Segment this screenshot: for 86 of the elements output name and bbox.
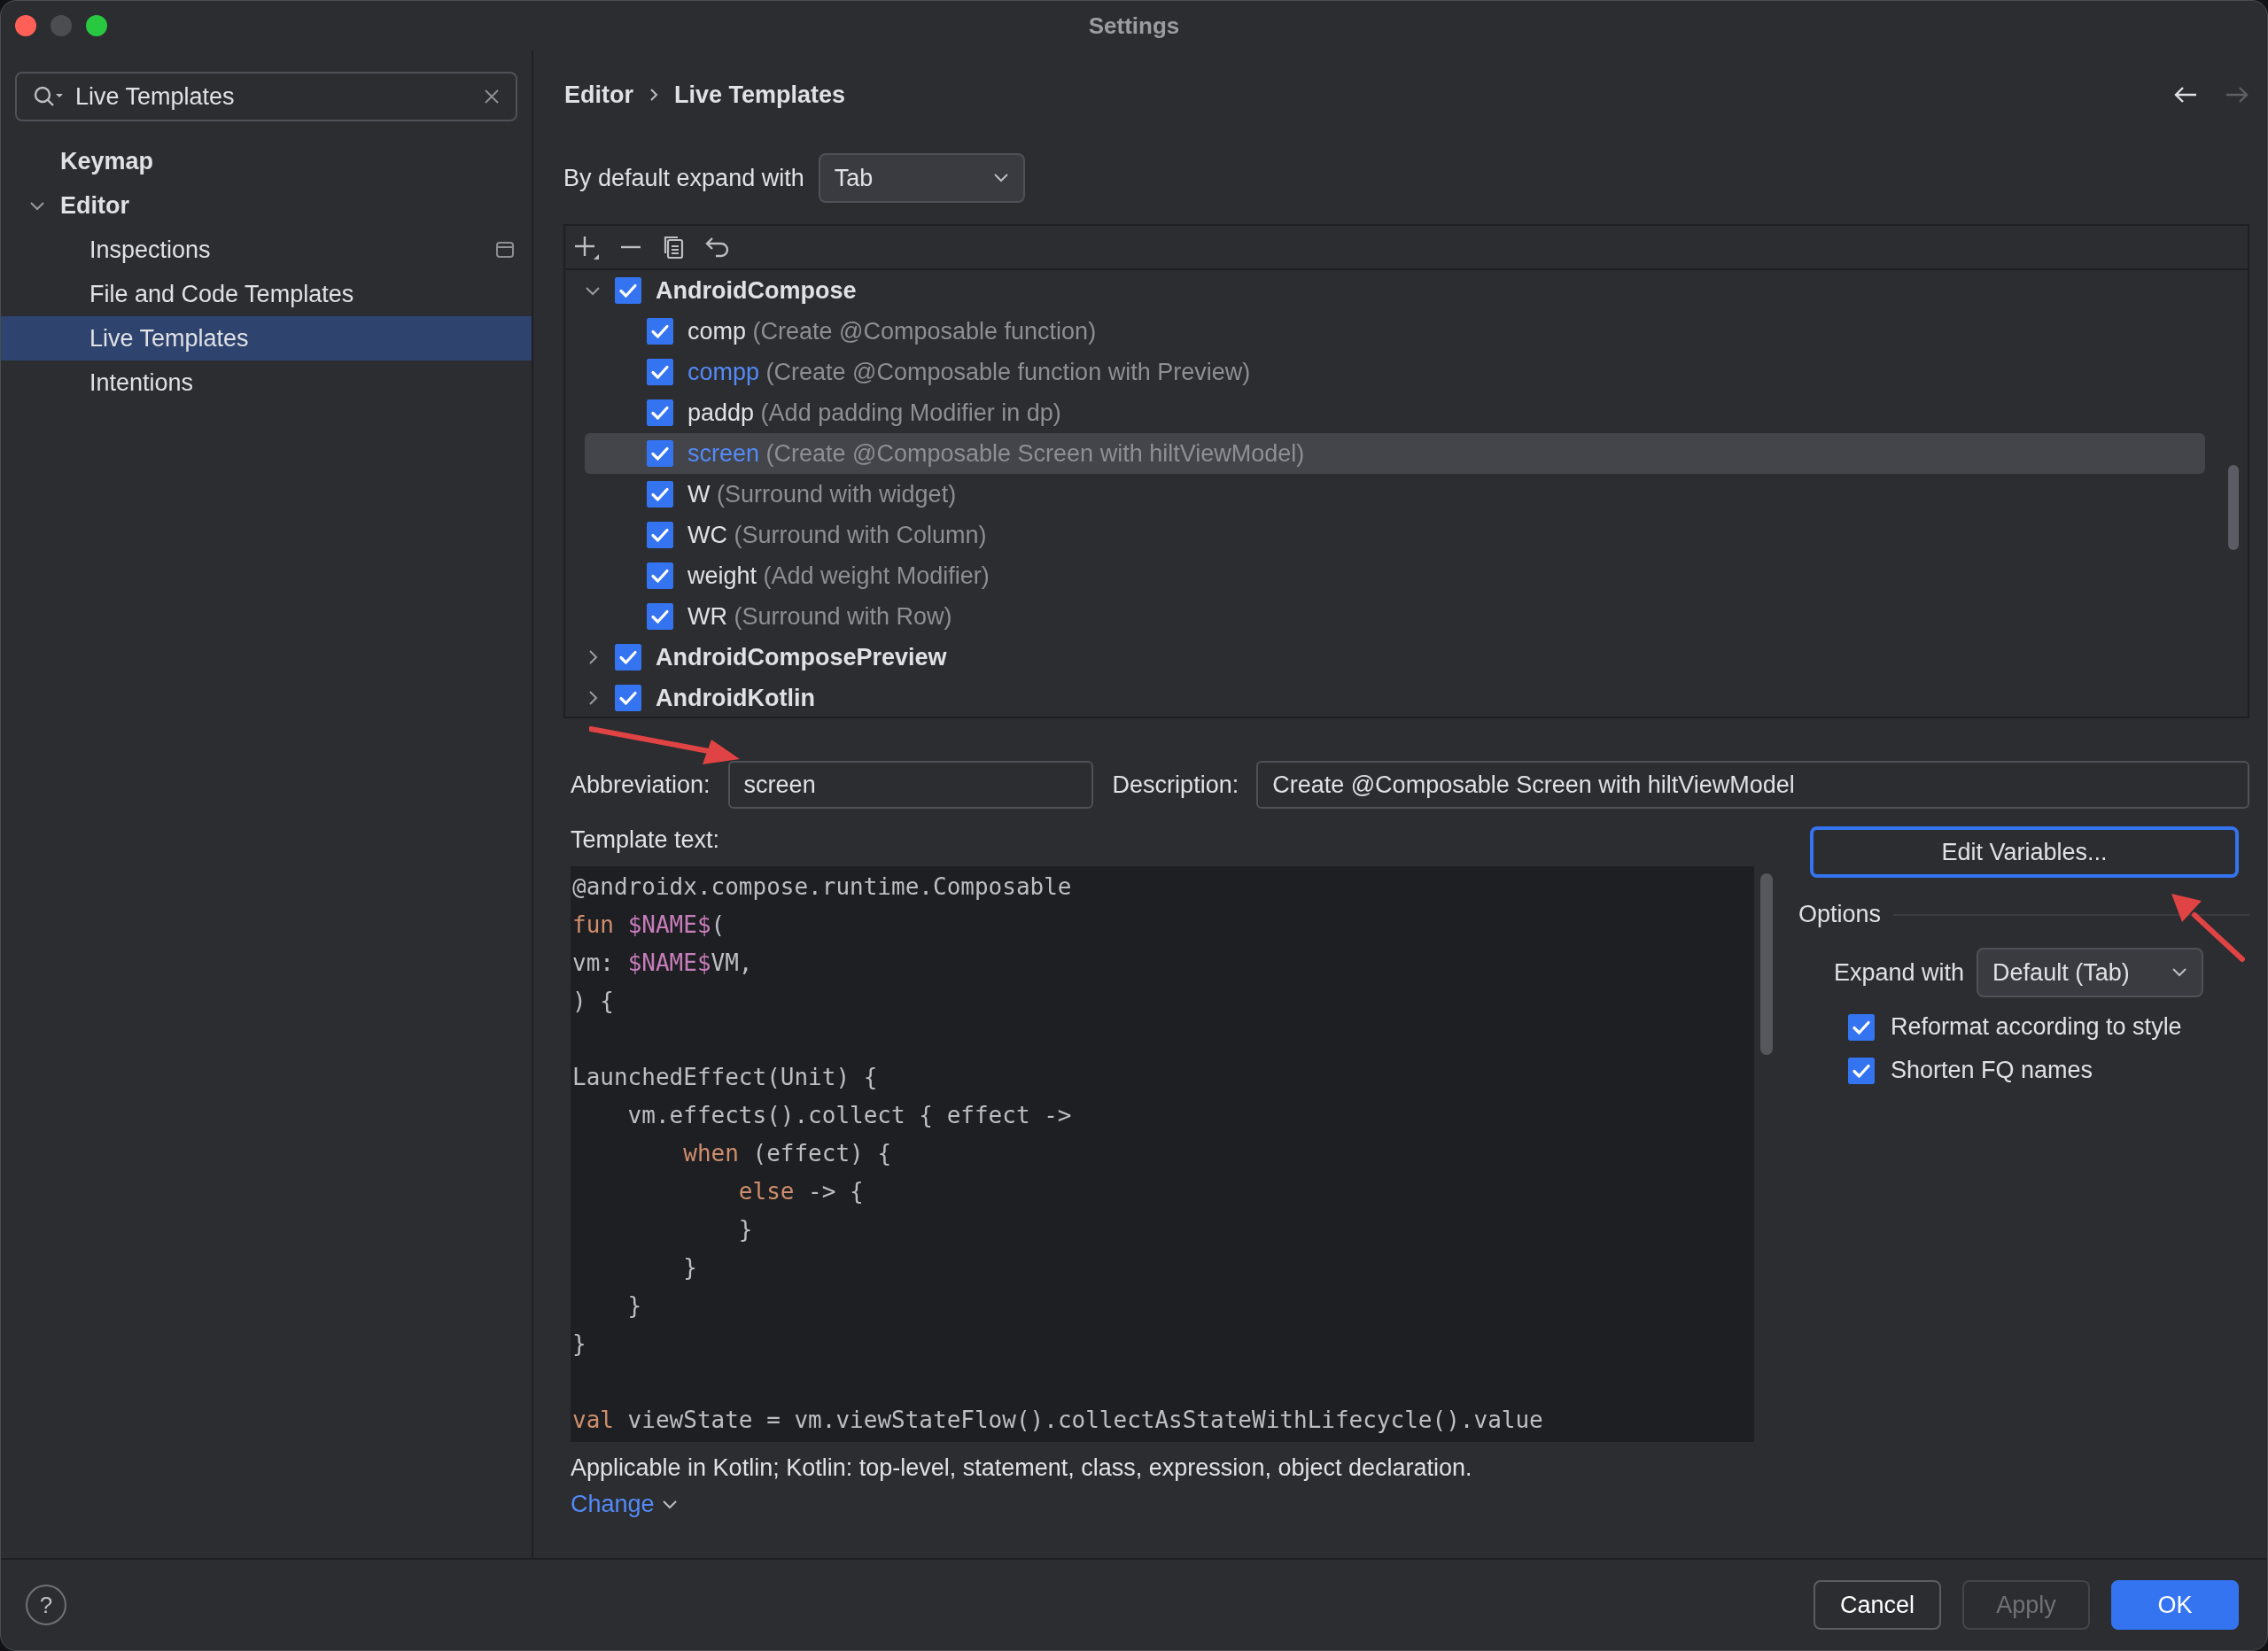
caret-icon (661, 1499, 678, 1510)
forward-icon[interactable] (2225, 85, 2249, 105)
template-row[interactable]: compp (Create @Composable function with Preview) (585, 352, 2205, 392)
template-label: comp (Create @Composable function) (687, 317, 1097, 345)
change-link[interactable]: Change (571, 1491, 678, 1518)
checkbox[interactable] (647, 522, 673, 548)
edit-variables-button[interactable]: Edit Variables... (1810, 826, 2239, 878)
caret-icon (992, 173, 1009, 183)
template-label: W (Surround with widget) (687, 480, 957, 508)
code-line: ) { (571, 987, 615, 1016)
checkbox[interactable] (647, 318, 673, 345)
template-row[interactable]: comp (Create @Composable function) (585, 311, 2205, 352)
breadcrumb-item[interactable]: Editor (564, 81, 633, 109)
template-row[interactable]: W (Surround with widget) (585, 474, 2205, 515)
search-icon (33, 85, 63, 108)
template-row[interactable]: weight (Add weight Modifier) (585, 555, 2205, 596)
help-button[interactable]: ? (26, 1585, 66, 1625)
zoom-window-button[interactable] (86, 15, 107, 36)
field-label: Abbreviation: (571, 771, 711, 799)
checkbox[interactable] (1848, 1013, 1875, 1041)
checkbox[interactable] (615, 277, 641, 304)
checkbox[interactable] (647, 562, 673, 589)
chevron-icon (649, 88, 658, 102)
checkbox[interactable] (647, 603, 673, 630)
expand-with-dropdown[interactable]: Default (Tab) (1977, 948, 2204, 997)
section-title: Options (1798, 901, 1882, 928)
checkbox[interactable] (647, 359, 673, 385)
template-label: screen (Create @Composable Screen with hiltViewModel) (687, 439, 1305, 468)
template-group[interactable]: AndroidCompose (656, 276, 857, 305)
sidebar-item[interactable]: Keymap (1, 139, 532, 183)
checkbox[interactable] (647, 440, 673, 467)
search-query: Live Templates (75, 82, 236, 111)
code-line: LaunchedEffect(Unit) { (571, 1063, 879, 1092)
checkbox[interactable] (647, 399, 673, 426)
sidebar-item[interactable]: Editor (1, 183, 532, 228)
expand-dropdown[interactable]: Tab (818, 153, 1025, 203)
code-line: when (effect) { (682, 1139, 893, 1168)
dialog-button[interactable]: OK (2111, 1580, 2239, 1630)
caret-icon (2171, 967, 2188, 978)
checkbox[interactable] (615, 685, 641, 711)
scrollbar-thumb[interactable] (2228, 465, 2239, 550)
template-label: WC (Surround with Column) (687, 521, 987, 549)
code-line: else -> { (737, 1177, 865, 1206)
code-line: } (626, 1291, 643, 1321)
description-field[interactable]: Create @Composable Screen with hiltViewModel (1256, 761, 2249, 809)
sidebar-item[interactable]: File and Code Templates (1, 272, 532, 316)
close-window-button[interactable] (15, 15, 36, 36)
code-line: } (737, 1215, 754, 1244)
code-line: @androidx.compose.runtime.Composable (571, 872, 1073, 902)
scrollbar-thumb[interactable] (1760, 873, 1773, 1055)
code-line: } (571, 1329, 587, 1359)
code-line: vm.effects().collect { effect -> (626, 1101, 1073, 1130)
template-row[interactable]: paddp (Add padding Modifier in dp) (585, 392, 2205, 433)
template-row[interactable]: WR (Surround with Row) (585, 596, 2205, 637)
window-title: Settings (1088, 12, 1180, 40)
back-icon[interactable] (2173, 85, 2198, 105)
code-line: vm: $NAME$VM, (571, 949, 754, 978)
checkbox[interactable] (647, 481, 673, 508)
template-group[interactable]: AndroidKotlin (656, 684, 815, 712)
code-line: val viewState = vm.viewStateFlow().collectAsStateWithLifecycle().value (571, 1406, 1544, 1435)
field-label: Expand with (1834, 958, 1965, 987)
template-label: weight (Add weight Modifier) (687, 562, 990, 590)
sidebar-item[interactable]: Intentions (1, 360, 532, 405)
template-row[interactable]: WC (Surround with Column) (585, 515, 2205, 555)
template-group[interactable]: AndroidComposePreview (656, 643, 947, 671)
checkbox-label[interactable]: Shorten FQ names (1891, 1057, 2093, 1084)
template-label: compp (Create @Composable function with Preview) (687, 358, 1251, 386)
field-label: Description: (1112, 771, 1239, 799)
template-label: paddp (Add padding Modifier in dp) (687, 399, 1061, 427)
checkbox-label[interactable]: Reformat according to style (1891, 1013, 2182, 1041)
template-label: WR (Surround with Row) (687, 602, 952, 631)
dialog-button[interactable]: Cancel (1814, 1580, 1941, 1630)
clear-icon[interactable] (484, 89, 500, 105)
code-line: fun $NAME$( (571, 911, 726, 940)
checkbox[interactable] (615, 644, 641, 670)
context-text: Applicable in Kotlin; Kotlin: top-level, statement, class, expression, object declaration. (571, 1454, 1473, 1482)
checkbox[interactable] (1848, 1057, 1875, 1084)
sidebar-item[interactable]: Inspections (1, 228, 532, 272)
breadcrumb-item: Live Templates (674, 81, 846, 109)
search-field[interactable]: Live Templates (15, 72, 517, 121)
code-line: } (682, 1253, 698, 1283)
sidebar-item[interactable]: Live Templates (1, 316, 532, 360)
field-label: By default expand with (563, 164, 804, 192)
abbreviation-field[interactable]: screen (727, 761, 1093, 809)
field-label: Template text: (571, 826, 721, 854)
template-editor[interactable] (571, 866, 1779, 1442)
